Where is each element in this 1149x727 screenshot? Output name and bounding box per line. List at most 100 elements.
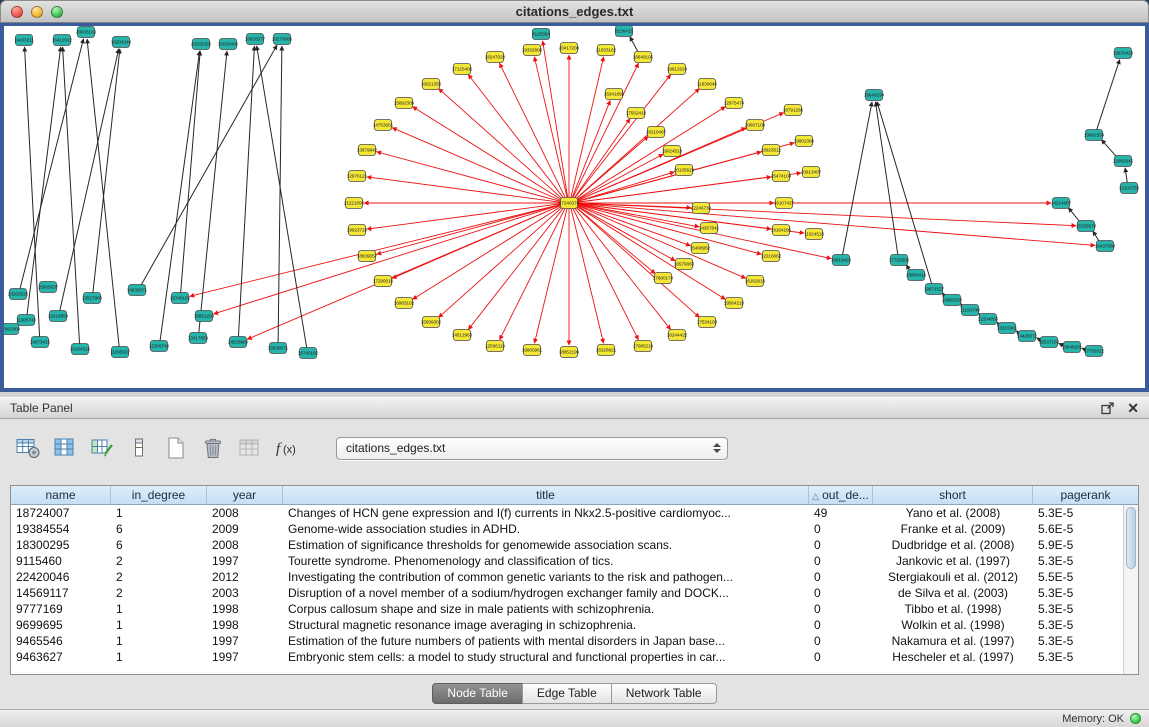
network-edge[interactable] — [630, 37, 638, 53]
network-node[interactable]: 19073415 — [30, 337, 51, 348]
scrollbar-thumb[interactable] — [1126, 507, 1136, 569]
network-node[interactable]: 19870423 — [1113, 48, 1134, 59]
network-node[interactable]: 20265355 — [191, 39, 212, 50]
network-node[interactable]: 18210467 — [646, 127, 667, 138]
network-edge[interactable] — [843, 102, 872, 255]
table-row[interactable]: 946362711997Embryonic stem cells: a mode… — [11, 649, 1123, 665]
network-node[interactable]: 16107427 — [774, 198, 795, 209]
network-node[interactable]: 12092645 — [1113, 156, 1134, 167]
network-node[interactable]: 11193749 — [960, 305, 980, 316]
network-edge[interactable] — [543, 41, 568, 198]
network-node[interactable]: 19802396 — [794, 136, 815, 147]
network-node[interactable]: 18791285 — [783, 105, 804, 116]
network-node[interactable]: 20417208 — [559, 43, 580, 54]
network-node[interactable]: 19965961 — [522, 345, 543, 356]
network-node[interactable]: 19612624 — [667, 64, 688, 75]
network-edge[interactable] — [572, 100, 610, 197]
column-header-in_degree[interactable]: in_degree — [111, 486, 207, 505]
network-node[interactable]: 19923720 — [347, 225, 368, 236]
table-row[interactable]: 969969511998Structural magnetic resonanc… — [11, 617, 1123, 633]
table-row[interactable]: 1872400712008Changes of HCN gene express… — [11, 505, 1123, 521]
network-node[interactable]: 11024518 — [804, 229, 825, 240]
network-node[interactable]: 15699302 — [421, 317, 442, 328]
network-edge[interactable] — [875, 102, 897, 255]
network-node[interactable]: 12216062 — [761, 251, 782, 262]
network-node[interactable]: 17680174 — [653, 273, 674, 284]
network-edge[interactable] — [577, 203, 1076, 225]
network-node[interactable]: 19564210 — [724, 298, 745, 309]
column-header-short[interactable]: short — [873, 486, 1033, 505]
network-edge[interactable] — [534, 208, 567, 343]
network-node[interactable]: 12506119 — [485, 341, 506, 352]
network-node[interactable]: 18164296 — [771, 225, 792, 236]
network-node[interactable]: 11295637 — [110, 347, 131, 358]
network-node[interactable]: 16273688 — [272, 34, 293, 45]
network-node[interactable]: 17562410 — [626, 108, 647, 119]
network-node[interactable]: 20260526 — [8, 289, 29, 300]
network-node[interactable]: 16648294 — [864, 90, 885, 101]
network-node[interactable]: 16412022 — [52, 35, 73, 46]
network-node[interactable]: 14512963 — [452, 330, 473, 341]
network-node[interactable]: 8125304 — [532, 29, 550, 40]
network-node[interactable]: 13417859 — [188, 333, 209, 344]
column-header-year[interactable]: year — [207, 486, 283, 505]
network-node[interactable]: 19332806 — [522, 45, 543, 56]
float-panel-icon[interactable] — [1101, 402, 1115, 415]
network-node[interactable]: 13679842 — [357, 145, 378, 156]
network-node[interactable]: 15892309 — [394, 98, 415, 109]
network-node[interactable]: 12975474 — [724, 98, 745, 109]
network-node[interactable]: 10981534 — [1084, 130, 1105, 141]
network-node[interactable]: 12246730 — [691, 203, 712, 214]
network-node[interactable]: 20633133 — [76, 27, 97, 38]
network-node[interactable]: 21221095 — [344, 198, 365, 209]
function-builder-icon[interactable]: f (x) — [273, 435, 301, 461]
network-node[interactable]: 18920577 — [245, 34, 266, 45]
network-node[interactable]: 14753651 — [373, 120, 394, 131]
network-edge[interactable] — [367, 204, 561, 229]
tab-edge-table[interactable]: Edge Table — [522, 683, 612, 704]
network-node[interactable]: 10082638 — [942, 295, 963, 306]
network-edge[interactable] — [1068, 208, 1080, 223]
network-node[interactable]: 14528960 — [228, 337, 249, 348]
memory-status-indicator[interactable] — [1130, 713, 1141, 724]
network-edge[interactable] — [577, 204, 762, 254]
table-row[interactable]: 911546021997Tourette syndrome. Phenomeno… — [11, 553, 1123, 569]
network-edge[interactable] — [93, 49, 120, 293]
network-node[interactable]: 16403211 — [14, 35, 35, 46]
table-row[interactable]: 1830029562008Estimation of significance … — [11, 537, 1123, 553]
edit-columns-icon[interactable] — [88, 435, 116, 461]
network-node[interactable]: 13527960 — [82, 293, 103, 304]
network-node[interactable]: 16021356 — [421, 79, 442, 90]
network-edge[interactable] — [141, 45, 277, 285]
network-table-select[interactable]: citations_edges.txt — [336, 437, 728, 460]
network-node[interactable]: 16204244 — [111, 37, 132, 48]
column-header-title[interactable]: title — [283, 486, 809, 505]
network-node[interactable]: 14357841 — [699, 223, 720, 234]
network-node[interactable]: 17962304 — [4, 324, 21, 335]
network-edge[interactable] — [534, 57, 567, 198]
network-node[interactable]: 19971527 — [924, 284, 945, 295]
network-canvas[interactable]: 1724037416107427181642961221606216162616… — [4, 26, 1145, 388]
network-node[interactable]: 13103756 — [1119, 183, 1140, 194]
delete-column-icon[interactable] — [199, 435, 227, 461]
network-node[interactable]: 18919423 — [831, 255, 852, 266]
minimize-window-button[interactable] — [31, 6, 43, 18]
network-node[interactable]: 15468952 — [690, 243, 711, 254]
network-edge[interactable] — [571, 57, 604, 198]
network-node[interactable]: 11305748 — [16, 315, 37, 326]
network-edge[interactable] — [577, 173, 801, 202]
network-edge[interactable] — [571, 208, 604, 343]
network-node[interactable]: 17759312 — [1084, 346, 1105, 357]
column-header-name[interactable]: name — [11, 486, 111, 505]
network-node[interactable]: 18923512 — [761, 145, 782, 156]
network-node[interactable]: 18247029 — [485, 52, 506, 63]
column-header-out_de[interactable]: △out_de... — [809, 486, 873, 505]
network-node[interactable]: 17759305 — [889, 255, 910, 266]
network-node[interactable]: 18839057 — [357, 251, 378, 262]
tab-network-table[interactable]: Network Table — [611, 683, 717, 704]
network-node[interactable]: 15030466 — [218, 39, 239, 50]
network-node[interactable]: 17240374 — [559, 198, 580, 209]
network-edge[interactable] — [439, 89, 563, 200]
network-node[interactable]: 16437089 — [1095, 241, 1116, 252]
network-node[interactable]: 16326821 — [596, 345, 617, 356]
